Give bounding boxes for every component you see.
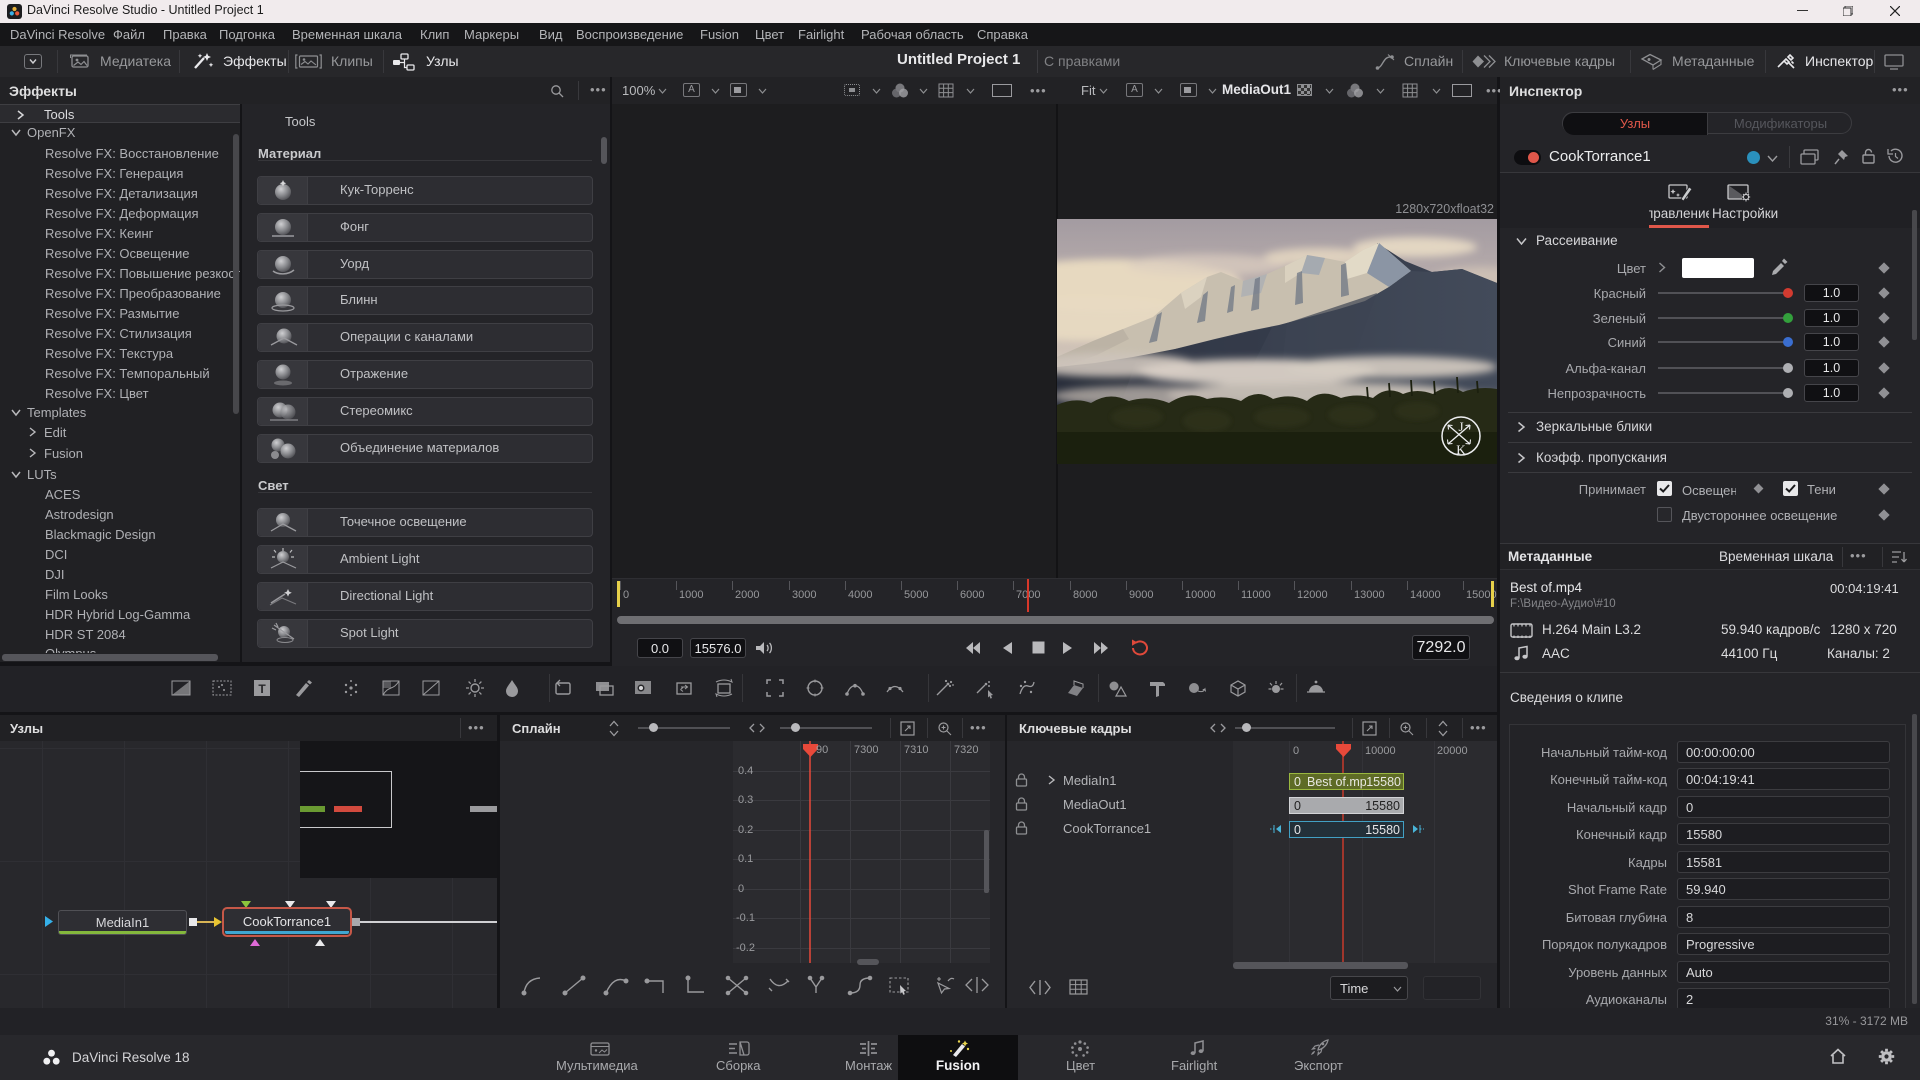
svg-text:J: J (1458, 419, 1463, 434)
svg-text:T: T (258, 682, 266, 696)
svg-text:K: K (1456, 442, 1466, 457)
